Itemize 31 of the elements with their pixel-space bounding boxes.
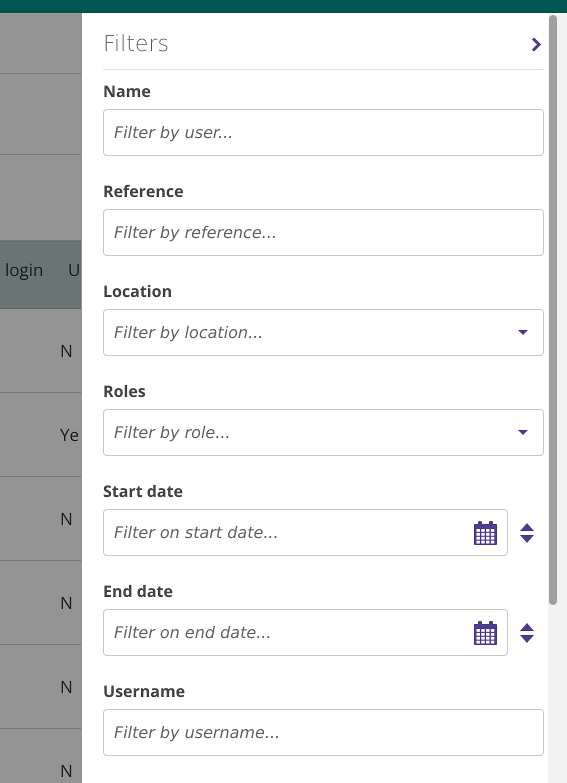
date-field[interactable]: Filter on start date... <box>103 509 508 556</box>
input-field[interactable]: Filter by username... <box>103 709 544 756</box>
field-label: Location <box>103 280 174 301</box>
table-cell: N <box>60 339 73 362</box>
input-field[interactable]: Filter by reference... <box>103 209 544 256</box>
field-label: Username <box>103 680 186 701</box>
calendar-icon[interactable] <box>474 621 497 645</box>
calendar-icon[interactable] <box>474 521 497 545</box>
caret-icon <box>518 330 528 335</box>
date-field[interactable]: Filter on end date... <box>103 609 508 656</box>
sort-arrows-icon[interactable] <box>520 522 534 542</box>
panel-title: Filters <box>103 32 169 57</box>
table-cell: N <box>60 675 73 698</box>
field-label: Name <box>103 80 152 101</box>
table-cell: N <box>60 759 73 782</box>
field-label: Roles <box>103 380 147 401</box>
chevron-right-icon <box>531 37 541 52</box>
column-header: U <box>68 258 80 281</box>
sort-arrows-icon[interactable] <box>520 622 534 642</box>
scrollbar-thumb[interactable] <box>549 15 557 605</box>
table-cell: Ye <box>60 423 80 446</box>
column-header: login <box>5 258 44 281</box>
field-label: End date <box>103 580 174 601</box>
input-field[interactable]: Filter by user... <box>103 109 544 156</box>
field-label: Reference <box>103 180 185 201</box>
field-label: Start date <box>103 480 184 501</box>
select-field[interactable]: Filter by role... <box>103 409 544 456</box>
table-cell: N <box>60 507 73 530</box>
table-cell: N <box>60 591 73 614</box>
caret-icon <box>518 430 528 435</box>
select-field[interactable]: Filter by location... <box>103 309 544 356</box>
